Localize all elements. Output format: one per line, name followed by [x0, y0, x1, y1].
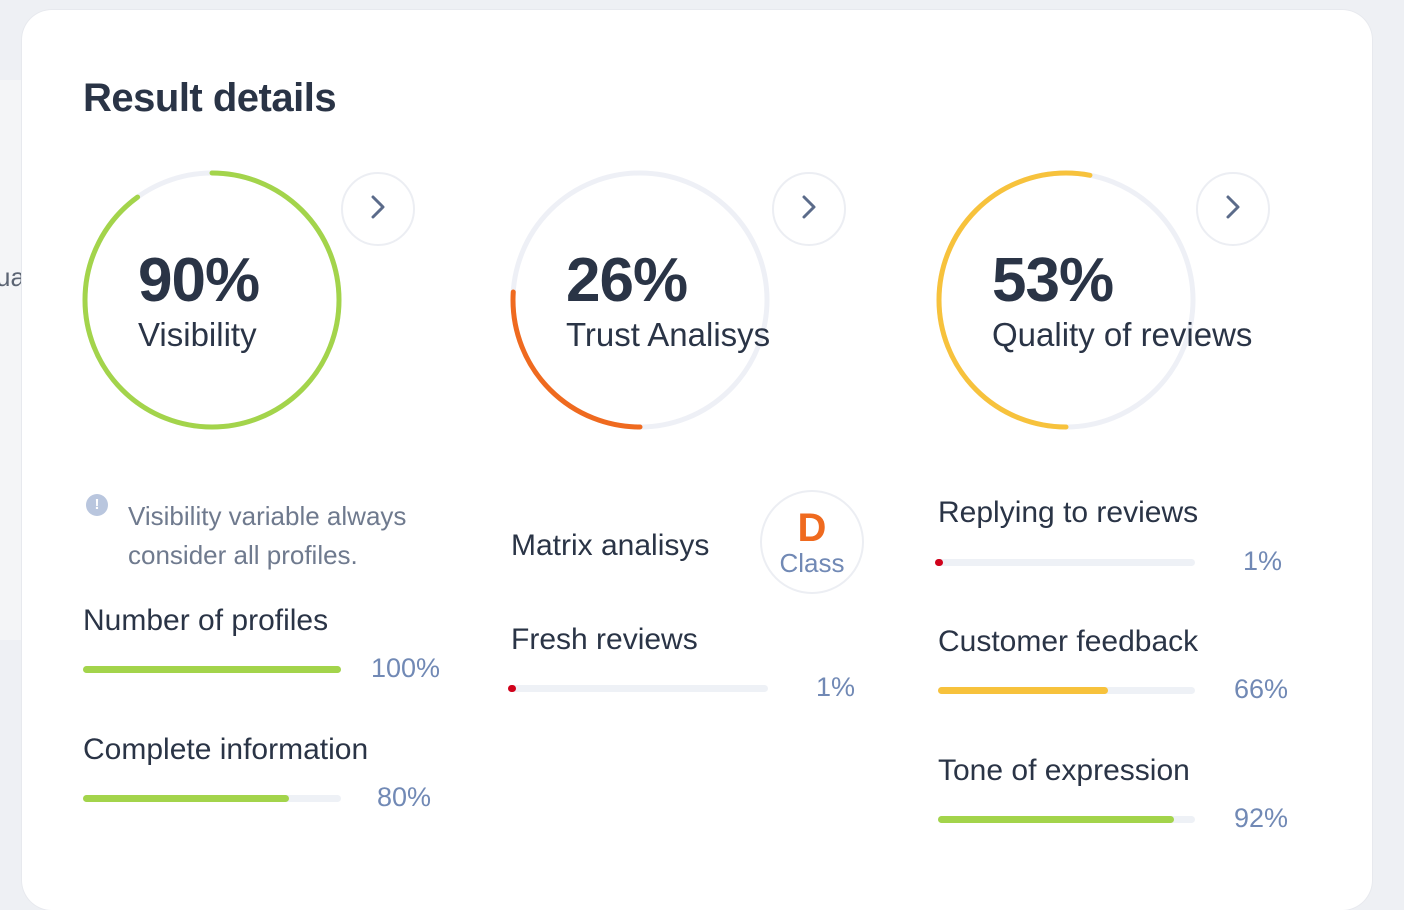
- replying-to-reviews-progress-fill: [935, 559, 943, 566]
- tone-of-expression-percent: 92%: [1234, 803, 1289, 833]
- class-letter: D: [797, 506, 827, 550]
- visibility-info-line-2: consider all profiles.: [128, 540, 358, 570]
- quality-gauge: 53% Quality of reviews: [936, 170, 1252, 430]
- tone-of-expression-label: Tone of expression: [938, 754, 1190, 787]
- number-of-profiles-percent: 100%: [371, 653, 441, 683]
- visibility-details-button[interactable]: [341, 172, 415, 246]
- replying-to-reviews-percent: 1%: [1243, 546, 1283, 576]
- customer-feedback-percent: 66%: [1234, 674, 1289, 704]
- visibility-gauge: 90% Visibility: [82, 170, 342, 430]
- class-word: Class: [779, 548, 845, 578]
- tone-of-expression-progress-fill: [938, 816, 1175, 823]
- quality-details-button[interactable]: [1196, 172, 1270, 246]
- fresh-reviews-label: Fresh reviews: [511, 623, 698, 656]
- fresh-reviews-progress: [508, 685, 768, 692]
- number-of-profiles-label: Number of profiles: [83, 604, 329, 637]
- chevron-right-icon: [368, 194, 388, 225]
- matrix-analisys-label: Matrix analisys: [511, 529, 710, 562]
- fresh-reviews-percent: 1%: [816, 672, 856, 702]
- quality-percent: 53%: [992, 246, 1114, 315]
- quality-label: Quality of reviews: [992, 316, 1253, 353]
- customer-feedback-progress-fill: [938, 687, 1108, 694]
- tone-of-expression-progress: [938, 816, 1195, 823]
- visibility-info-note: Visibility variable always consider all …: [128, 497, 406, 575]
- complete-information-label: Complete information: [83, 733, 369, 766]
- number-of-profiles-progress: [83, 666, 341, 673]
- info-icon: !: [86, 494, 108, 516]
- trust-gauge: 26% Trust Analisys: [510, 170, 770, 430]
- complete-information-percent: 80%: [377, 782, 432, 812]
- visibility-label: Visibility: [138, 316, 257, 353]
- complete-information-progress: [83, 795, 341, 802]
- customer-feedback-label: Customer feedback: [938, 625, 1199, 658]
- customer-feedback-progress: [938, 687, 1195, 694]
- number-of-profiles-progress-fill: [83, 666, 341, 673]
- replying-to-reviews-label: Replying to reviews: [938, 496, 1199, 529]
- trust-label: Trust Analisys: [566, 316, 771, 353]
- replying-to-reviews-progress: [935, 559, 1195, 566]
- trust-details-button[interactable]: [772, 172, 846, 246]
- trust-percent: 26%: [566, 246, 688, 315]
- card-title: Result details: [83, 76, 337, 120]
- visibility-info-line-1: Visibility variable always: [128, 501, 407, 531]
- chevron-right-icon: [799, 194, 819, 225]
- chevron-right-icon: [1223, 194, 1243, 225]
- visibility-percent: 90%: [138, 246, 260, 315]
- complete-information-progress-fill: [83, 795, 290, 802]
- class-badge: D Class: [760, 490, 864, 594]
- fresh-reviews-progress-fill: [508, 685, 516, 692]
